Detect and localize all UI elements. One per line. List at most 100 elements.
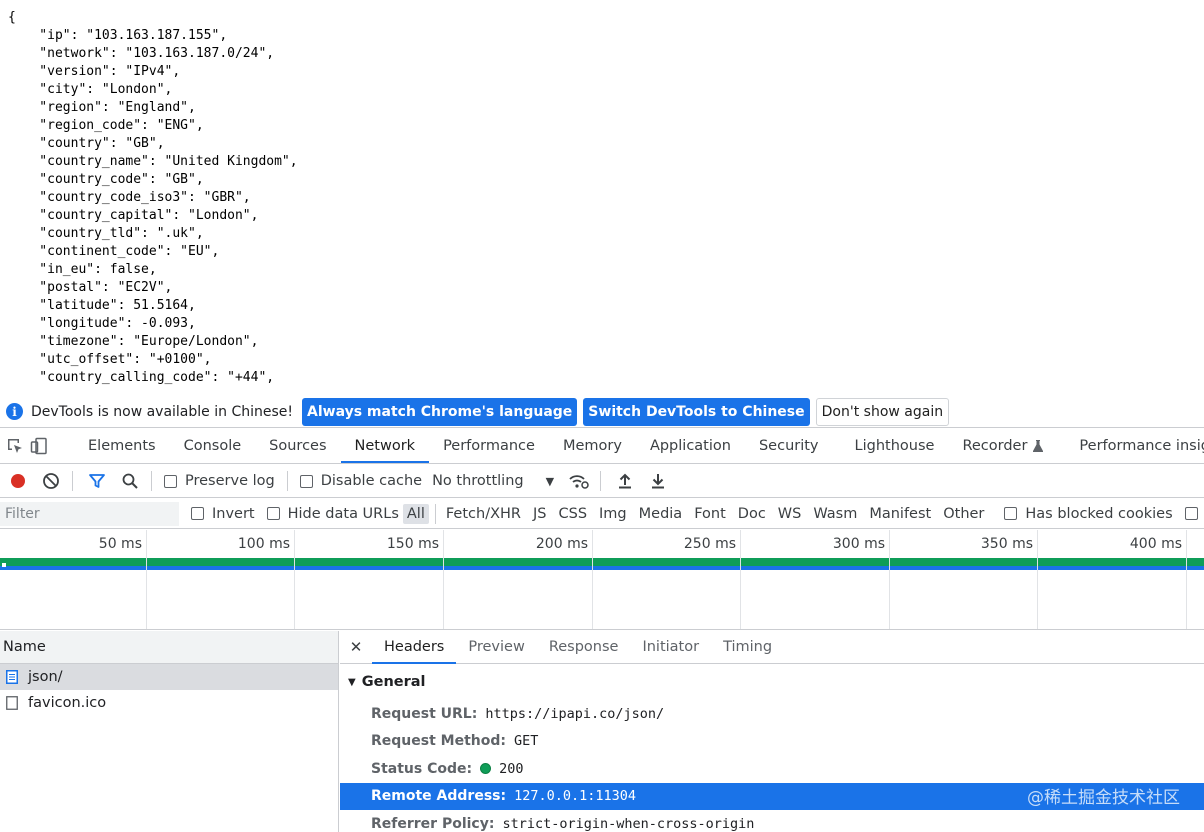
network-overview-timeline[interactable]: 50 ms 100 ms 150 ms 200 ms 250 ms 300 ms 350 m…	[0, 530, 1204, 630]
json-line: "continent_code": "EU",	[8, 244, 220, 259]
switch-to-chinese-button[interactable]: Switch DevTools to Chinese	[583, 397, 810, 426]
filter-type-img[interactable]: Img	[595, 504, 631, 524]
inspect-element-icon[interactable]	[6, 429, 24, 463]
tab-timing[interactable]: Timing	[711, 631, 784, 663]
tab-application[interactable]: Application	[636, 429, 745, 463]
tab-recorder[interactable]: Recorder	[948, 429, 1057, 463]
json-line: "country_calling_code": "+44",	[8, 370, 275, 385]
tab-security[interactable]: Security	[745, 429, 833, 463]
json-line: "timezone": "Europe/London",	[8, 334, 259, 349]
filter-type-manifest[interactable]: Manifest	[865, 504, 935, 524]
device-toolbar-icon[interactable]	[30, 429, 48, 463]
name-column-header[interactable]: Name	[0, 631, 338, 664]
tab-preview[interactable]: Preview	[456, 631, 536, 663]
header-row-referrer-policy[interactable]: Referrer Policy: strict-origin-when-cross…	[340, 810, 1204, 832]
overview-gridline	[146, 530, 147, 629]
language-infobar: i DevTools is now available in Chinese! …	[0, 396, 1204, 428]
tab-initiator[interactable]: Initiator	[630, 631, 711, 663]
tab-console[interactable]: Console	[170, 429, 256, 463]
json-line: "region": "England",	[8, 100, 196, 115]
filter-input[interactable]	[0, 501, 179, 526]
overview-tick-label: 250 ms	[683, 536, 736, 552]
always-match-language-button[interactable]: Always match Chrome's language	[302, 397, 578, 426]
header-key: Remote Address:	[371, 788, 507, 805]
header-row-request-method[interactable]: Request Method: GET	[340, 728, 1204, 756]
filter-type-font[interactable]: Font	[690, 504, 730, 524]
throttling-select[interactable]: No throttling ▼	[432, 473, 554, 489]
json-line: "network": "103.163.187.0/24",	[8, 46, 275, 61]
export-har-icon[interactable]	[643, 468, 673, 494]
disable-cache-checkbox[interactable]: Disable cache	[299, 473, 422, 489]
tab-sources[interactable]: Sources	[255, 429, 340, 463]
json-line: "country_tld": ".uk",	[8, 226, 204, 241]
overview-gridline	[443, 530, 444, 629]
header-value: 200	[499, 760, 524, 777]
request-row[interactable]: favicon.ico	[0, 690, 338, 716]
header-value: strict-origin-when-cross-origin	[502, 815, 755, 832]
filter-icon[interactable]	[82, 468, 112, 494]
close-icon[interactable]: ✕	[340, 631, 372, 663]
tab-label: Elements	[88, 438, 156, 454]
overview-start-marker	[2, 563, 6, 567]
filter-type-wasm[interactable]: Wasm	[809, 504, 861, 524]
clear-icon[interactable]	[36, 468, 66, 494]
request-row[interactable]: json/	[0, 664, 338, 690]
general-section-header[interactable]: ▼ General	[340, 664, 1204, 700]
infobar-message: DevTools is now available in Chinese!	[31, 403, 293, 420]
filter-type-ws[interactable]: WS	[774, 504, 806, 524]
json-line: "country_code_iso3": "GBR",	[8, 190, 251, 205]
header-row-status-code[interactable]: Status Code: 200	[340, 755, 1204, 783]
json-line: "in_eu": false,	[8, 262, 157, 277]
filter-type-doc[interactable]: Doc	[734, 504, 770, 524]
json-line: {	[8, 10, 16, 25]
invert-checkbox[interactable]: Invert	[191, 506, 255, 522]
has-blocked-cookies-checkbox[interactable]: Has blocked cookies	[1004, 506, 1173, 522]
filter-type-media[interactable]: Media	[635, 504, 687, 524]
overview-tick-label: 200 ms	[535, 536, 588, 552]
devtools-main-tabs: Elements Console Sources Network Performance…	[0, 429, 1204, 464]
tab-elements[interactable]: Elements	[74, 429, 170, 463]
json-line: "city": "London",	[8, 82, 173, 97]
hide-data-urls-checkbox[interactable]: Hide data URLs	[266, 506, 399, 522]
overview-gridline	[1186, 530, 1187, 629]
filter-type-all[interactable]: All	[402, 503, 429, 524]
chevron-down-icon: ▼	[545, 474, 555, 488]
json-line: "country_name": "United Kingdom",	[8, 154, 298, 169]
tab-lighthouse[interactable]: Lighthouse	[841, 429, 949, 463]
record-icon[interactable]	[3, 468, 33, 494]
tab-memory[interactable]: Memory	[549, 429, 636, 463]
overview-request-bar	[0, 558, 1204, 570]
filter-type-fetch-xhr[interactable]: Fetch/XHR	[442, 504, 525, 524]
filter-type-css[interactable]: CSS	[554, 504, 591, 524]
tab-label: Performance	[443, 438, 535, 454]
json-line: "latitude": 51.5164,	[8, 298, 196, 313]
overview-gridline	[592, 530, 593, 629]
tab-network[interactable]: Network	[340, 429, 430, 463]
import-har-icon[interactable]	[610, 468, 640, 494]
overview-tick-label: 100 ms	[237, 536, 290, 552]
search-icon[interactable]	[115, 468, 145, 494]
json-line: "version": "IPv4",	[8, 64, 181, 79]
overview-gridline	[889, 530, 890, 629]
tab-response[interactable]: Response	[537, 631, 631, 663]
overview-tick-label: 50 ms	[98, 536, 142, 552]
network-filter-bar: Invert Hide data URLs All Fetch/XHRJSCSSI…	[0, 499, 1204, 529]
header-value: 127.0.0.1:11304	[514, 788, 637, 805]
overview-tick-label: 350 ms	[980, 536, 1033, 552]
tab-label: Sources	[269, 438, 327, 454]
tab-performance-insights[interactable]: Performance insights	[1065, 429, 1204, 463]
preserve-log-checkbox[interactable]: Preserve log	[164, 473, 275, 489]
tab-label: Recorder	[962, 438, 1028, 454]
filter-type-js[interactable]: JS	[529, 504, 550, 524]
filter-type-other[interactable]: Other	[939, 504, 988, 524]
tab-headers[interactable]: Headers	[372, 631, 457, 664]
tab-label: Security	[758, 438, 819, 454]
header-row-request-url[interactable]: Request URL: https://ipapi.co/json/	[340, 700, 1204, 728]
info-icon: i	[6, 403, 23, 420]
blocked-requests-checkbox[interactable]: Bl	[1184, 506, 1204, 522]
json-line: "region_code": "ENG",	[8, 118, 204, 133]
tab-performance[interactable]: Performance	[429, 429, 549, 463]
dont-show-again-button[interactable]: Don't show again	[815, 397, 950, 426]
request-name: favicon.ico	[28, 695, 107, 711]
network-conditions-icon[interactable]	[564, 468, 594, 494]
